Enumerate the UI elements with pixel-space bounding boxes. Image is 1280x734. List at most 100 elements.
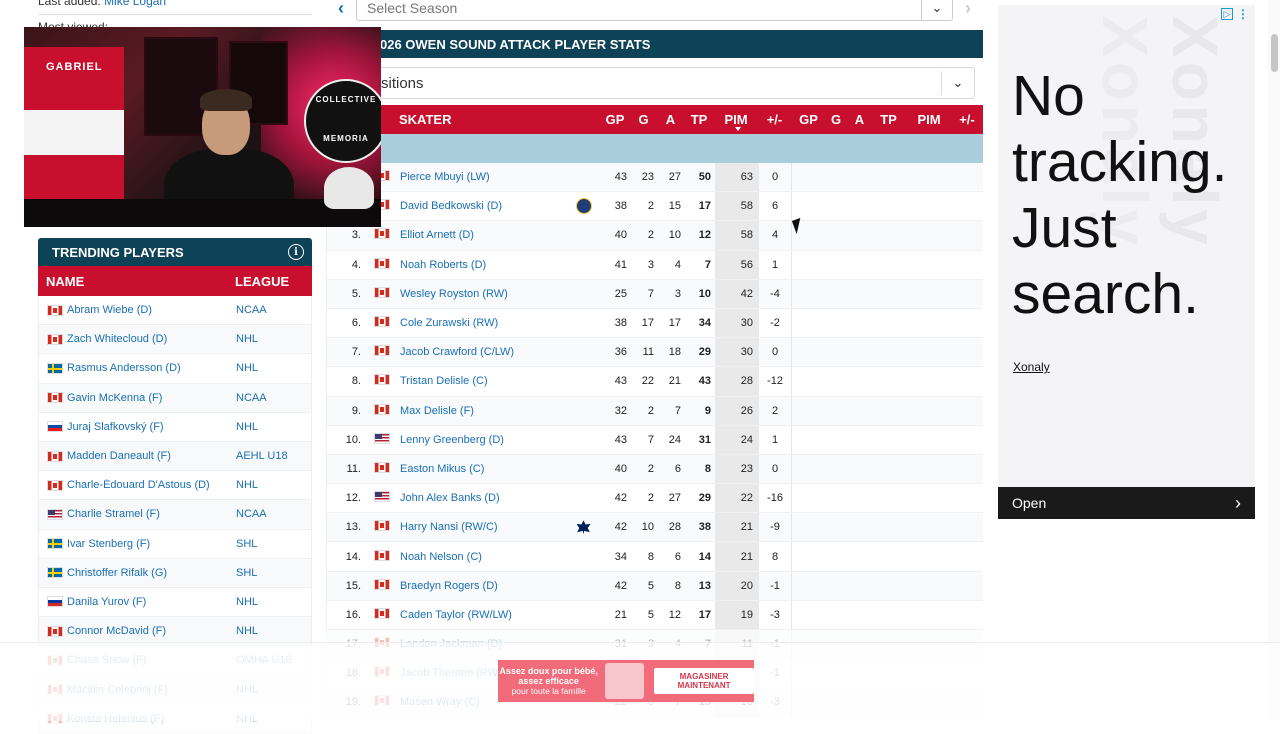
season-select[interactable]: Select Season ⌄ [356,0,953,21]
trending-row[interactable]: Charlie Stramel (F) NCAA [38,500,312,530]
col-playoff-pim[interactable]: PIM [904,112,954,127]
col-pim[interactable]: PIM [714,112,758,127]
player-link[interactable]: Christoffer Rifalk (G) [67,567,167,579]
player-name-link[interactable]: Caden Taylor (RW/LW) [400,609,566,621]
trending-row[interactable]: Madden Daneault (F) AEHL U18 [38,441,312,472]
player-name-link[interactable]: Jacob Crawford (C/LW) [400,346,566,358]
next-season-icon[interactable]: › [953,0,983,19]
player-link[interactable]: Charlie Stramel (F) [67,508,160,520]
more-vertical-icon[interactable]: ⋮ [1237,7,1249,21]
player-link[interactable]: Ivar Stenberg (F) [67,538,150,550]
player-name-link[interactable]: Max Delisle (F) [400,405,566,417]
info-icon[interactable]: i [288,244,304,260]
player-link[interactable]: Danila Yurov (F) [67,596,146,608]
trending-player-name[interactable]: Madden Daneault (F) [39,450,236,462]
chevron-down-icon[interactable]: ⌄ [921,0,952,20]
player-name-link[interactable]: Harry Nansi (RW/C) [400,521,566,533]
col-playoff-plus-minus[interactable]: +/- [954,112,980,127]
scrollbar-thumb[interactable] [1271,34,1278,72]
trending-player-league[interactable]: NHL [236,625,258,637]
col-playoff-gp[interactable]: GP [791,112,826,127]
col-tp[interactable]: TP [684,112,714,127]
trending-player-league[interactable]: AEHL U18 [236,450,288,462]
trending-player-name[interactable]: Juraj Slafkovský (F) [39,421,236,433]
player-link[interactable]: Zach Whitecloud (D) [67,333,167,345]
trending-player-name[interactable]: Charlie Stramel (F) [39,508,236,520]
trending-row[interactable]: Ivar Stenberg (F) SHL [38,529,312,559]
trending-player-league[interactable]: NCAA [236,508,267,520]
player-name-link[interactable]: Tristan Delisle (C) [400,375,566,387]
ad-brand-link[interactable]: Xonaly [1013,360,1050,374]
ad-panel[interactable]: Xonaly Xonaly ▷ ⋮ No tracking. Just sear… [998,5,1255,519]
trending-player-league[interactable]: NCAA [236,392,267,404]
col-a[interactable]: A [657,112,684,127]
trending-row[interactable]: Juraj Slafkovský (F) NHL [38,412,312,442]
trending-row[interactable]: Charle-Édouard D'Astous (D) NHL [38,471,312,501]
trending-row[interactable]: Rasmus Andersson (D) NHL [38,354,312,384]
player-link[interactable]: Abram Wiebe (D) [67,304,152,316]
trending-player-league[interactable]: SHL [236,567,257,579]
trending-player-name[interactable]: Danila Yurov (F) [39,596,236,608]
trending-row[interactable]: Danila Yurov (F) NHL [38,587,312,618]
player-link[interactable]: Gavin McKenna (F) [67,392,162,404]
trending-player-name[interactable]: Zach Whitecloud (D) [39,333,236,345]
stat-tp: 29 [698,346,711,359]
player-name-link[interactable]: David Bedkowski (D) [400,200,566,212]
col-plus-minus[interactable]: +/- [758,112,791,127]
bottom-banner-ad[interactable]: Assez doux pour bébé, assez efficace pou… [498,660,754,702]
player-link[interactable]: Charle-Édouard D'Astous (D) [67,479,210,491]
trending-player-league[interactable]: NHL [236,596,258,608]
flag-icon [47,596,63,608]
prev-season-icon[interactable]: ‹ [326,0,356,19]
positions-select[interactable]: sitions ⌄ [336,67,975,99]
player-name-link[interactable]: Easton Mikus (C) [400,463,566,475]
col-g[interactable]: G [630,112,657,127]
trending-player-name[interactable]: Rasmus Andersson (D) [39,362,236,374]
trending-player-name[interactable]: Charle-Édouard D'Astous (D) [39,479,236,491]
col-skater[interactable]: SKATER [399,112,565,127]
player-name-link[interactable]: John Alex Banks (D) [400,492,566,504]
trending-player-league[interactable]: NHL [236,479,258,491]
maple-leafs-logo-icon[interactable] [576,520,591,535]
player-name-link[interactable]: Cole Zurawski (RW) [400,317,566,329]
col-playoff-g[interactable]: G [826,112,846,127]
trending-player-name[interactable]: Connor McDavid (F) [39,625,236,637]
col-playoff-tp[interactable]: TP [873,112,904,127]
trending-player-league[interactable]: SHL [236,538,257,550]
trending-row[interactable]: Christoffer Rifalk (G) SHL [38,558,312,588]
banner-shop-button[interactable]: MAGASINER MAINTENANT [654,668,754,694]
player-name-link[interactable]: Braedyn Rogers (D) [400,580,566,592]
last-added-link[interactable]: Mike Logan [104,0,166,8]
flag-icon [373,257,390,269]
col-gp[interactable]: GP [600,112,630,127]
trending-player-league[interactable]: NHL [236,421,258,433]
trending-player-name[interactable]: Abram Wiebe (D) [39,304,236,316]
player-link[interactable]: Juraj Slafkovský (F) [67,421,164,433]
player-name-link[interactable]: Lenny Greenberg (D) [400,434,566,446]
trending-player-league[interactable]: NHL [236,333,258,345]
trending-player-name[interactable]: Ivar Stenberg (F) [39,538,236,550]
trending-row[interactable]: Gavin McKenna (F) NCAA [38,383,312,413]
col-playoff-a[interactable]: A [846,112,873,127]
chevron-down-icon[interactable]: ⌄ [941,71,974,95]
trending-row[interactable]: Zach Whitecloud (D) NHL [38,325,312,355]
player-name-link[interactable]: Pierce Mbuyi (LW) [400,171,566,183]
ad-headline: No tracking. Just search. [1012,64,1228,326]
ad-choices[interactable]: ▷ ⋮ [1221,7,1249,21]
player-name-link[interactable]: Elliot Arnett (D) [400,229,566,241]
trending-player-name[interactable]: Gavin McKenna (F) [39,392,236,404]
trending-player-name[interactable]: Christoffer Rifalk (G) [39,567,236,579]
trending-row[interactable]: Abram Wiebe (D) NCAA [38,296,312,326]
player-link[interactable]: Rasmus Andersson (D) [67,362,181,374]
adchoices-icon[interactable]: ▷ [1221,8,1233,20]
player-name-link[interactable]: Wesley Royston (RW) [400,288,566,300]
player-link[interactable]: Connor McDavid (F) [67,625,166,637]
player-name-link[interactable]: Noah Roberts (D) [400,259,566,271]
sabres-logo-icon[interactable] [575,198,592,215]
player-link[interactable]: Madden Daneault (F) [67,450,171,462]
trending-player-league[interactable]: NCAA [236,304,267,316]
player-name-link[interactable]: Noah Nelson (C) [400,551,566,563]
page-scrollbar[interactable] [1268,0,1280,720]
trending-player-league[interactable]: NHL [236,362,258,374]
ad-open-button[interactable]: Open › [998,487,1255,519]
